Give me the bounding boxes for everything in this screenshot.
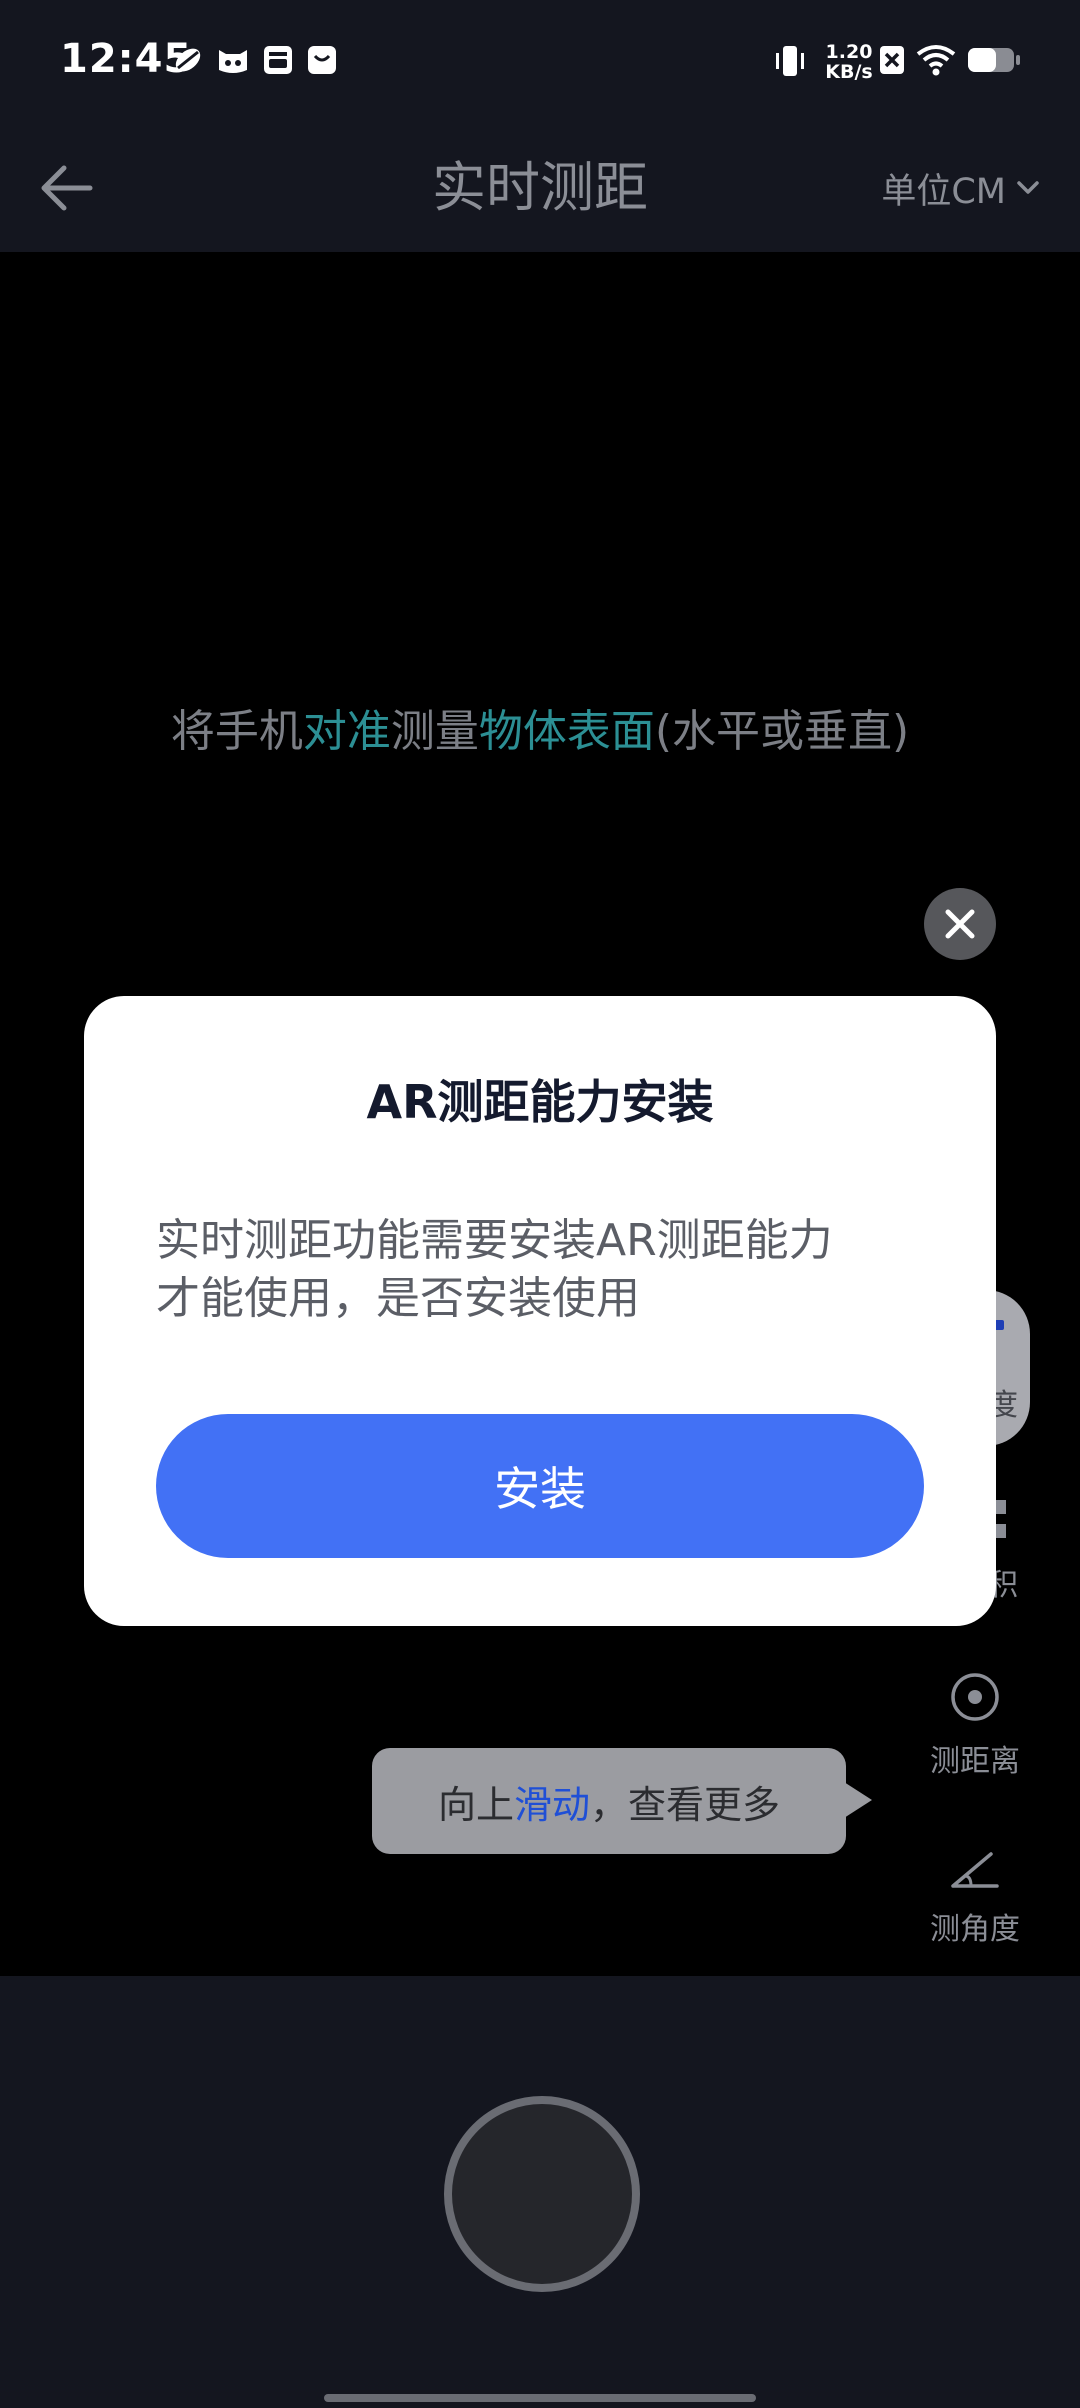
home-indicator[interactable] <box>324 2394 756 2402</box>
swipe-tooltip: 向上 滑动 ，查看更多 <box>372 1748 872 1854</box>
angle-icon <box>951 1852 999 1888</box>
tool-measure-distance[interactable]: 测距离 <box>920 1670 1030 1780</box>
header: 实时测距 单位CM <box>0 128 1080 252</box>
close-icon <box>945 909 975 939</box>
unit-label: 单位CM <box>881 171 1006 212</box>
dialog-title: AR测距能力安装 <box>366 1075 714 1129</box>
no-sim-icon <box>880 46 904 74</box>
screen: 12:45 1.20 KB/s 实时测距 单位CM 将手机对准测量物体表面(水平… <box>0 0 1080 2408</box>
tool-measure-angle[interactable]: 测角度 <box>920 1848 1030 1942</box>
tool-measure-distance-label: 测距离 <box>930 1744 1020 1779</box>
align-hint: 将手机对准测量物体表面(水平或垂直) <box>170 706 910 757</box>
tool-measure-angle-label: 测角度 <box>930 1912 1020 1942</box>
shutter-button[interactable] <box>444 2096 640 2292</box>
chevron-down-icon <box>1017 181 1039 194</box>
bottom-panel <box>0 1976 1080 2408</box>
unit-selector[interactable]: 单位CM <box>881 158 1040 218</box>
battery-icon <box>968 48 1020 72</box>
dialog-close-button[interactable] <box>924 888 996 960</box>
cat-face-icon <box>219 50 247 73</box>
inbox-icon <box>264 46 292 74</box>
target-icon <box>951 1673 999 1721</box>
vibrate-icon <box>776 46 804 76</box>
wifi-icon <box>916 45 956 76</box>
install-button[interactable]: 安装 <box>156 1414 924 1558</box>
status-bar: 12:45 1.20 KB/s <box>0 0 1080 128</box>
dialog-message: 实时测距功能需要安装AR测距能力 才能使用，是否安装使用 <box>156 1215 833 1324</box>
net-speed: 1.20 KB/s <box>825 41 873 83</box>
chat-bag-icon <box>308 46 336 74</box>
install-dialog: AR测距能力安装 实时测距功能需要安装AR测距能力 才能使用，是否安装使用 安装 <box>84 996 996 1626</box>
leaf-icon <box>175 48 201 72</box>
